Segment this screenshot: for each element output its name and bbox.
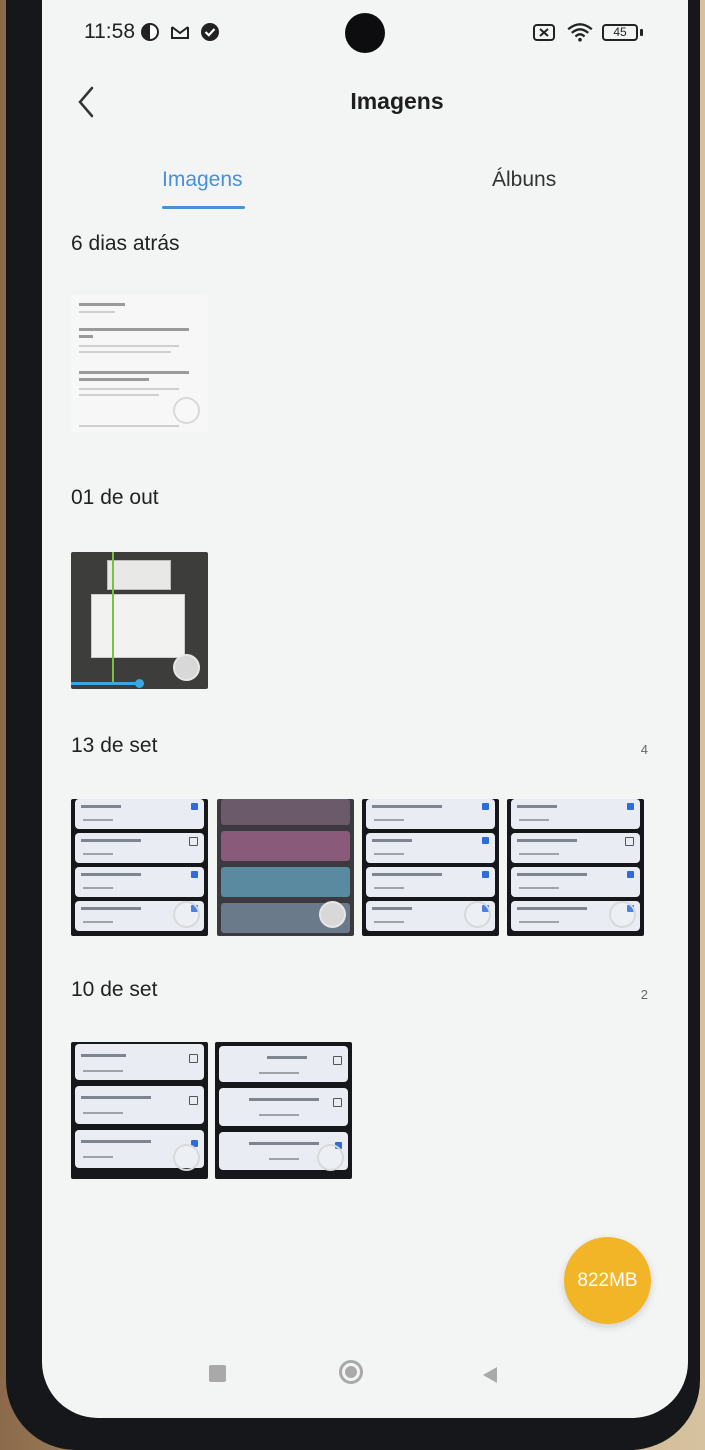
storage-size-button[interactable]: 822MB <box>564 1237 651 1324</box>
phone-frame: 11:58 45 Imagens Imagens Álbuns 6 dias a… <box>6 0 700 1450</box>
home-icon[interactable] <box>339 1360 363 1384</box>
list-card <box>366 833 495 863</box>
doc-line <box>79 394 159 396</box>
list-card <box>219 1046 348 1082</box>
front-camera <box>345 13 385 53</box>
status-time: 11:58 <box>84 20 135 43</box>
battery-icon: 45 <box>602 24 638 41</box>
sim-x-icon <box>533 24 555 41</box>
photo-paper <box>107 560 171 590</box>
list-card <box>75 833 204 863</box>
list-card <box>221 799 350 825</box>
select-checkbox[interactable] <box>173 1144 200 1171</box>
photo-progress <box>71 682 139 685</box>
select-checkbox[interactable] <box>317 1144 344 1171</box>
screen: 11:58 45 Imagens Imagens Álbuns 6 dias a… <box>42 0 688 1418</box>
select-checkbox[interactable] <box>319 901 346 928</box>
list-card <box>221 831 350 861</box>
list-card <box>219 1088 348 1126</box>
select-checkbox[interactable] <box>609 901 636 928</box>
list-card <box>75 1044 204 1080</box>
doc-line <box>79 371 189 374</box>
doc-line <box>79 303 125 306</box>
image-thumbnail[interactable] <box>71 1042 208 1179</box>
list-card <box>511 833 640 863</box>
navigation-bar <box>42 1340 688 1400</box>
image-thumbnail[interactable] <box>217 799 354 936</box>
list-card <box>366 867 495 897</box>
status-bar: 11:58 45 <box>42 0 688 66</box>
select-checkbox[interactable] <box>173 901 200 928</box>
list-card <box>511 799 640 829</box>
back-nav-icon[interactable] <box>480 1365 500 1385</box>
doc-line <box>79 388 179 390</box>
image-thumbnail[interactable] <box>71 552 208 689</box>
active-tab-indicator <box>162 206 245 209</box>
list-card <box>75 867 204 897</box>
image-thumbnail[interactable] <box>71 295 208 432</box>
doc-line <box>79 378 149 381</box>
wifi-icon <box>567 23 593 42</box>
section-count: 4 <box>640 742 648 757</box>
doc-line <box>79 328 189 331</box>
photo-paper <box>91 594 185 658</box>
check-icon <box>201 23 219 41</box>
app-header: Imagens <box>42 66 688 140</box>
gmail-icon <box>171 26 189 39</box>
battery-level: 45 <box>613 25 627 39</box>
photo-guide-line <box>112 552 114 684</box>
recent-apps-icon[interactable] <box>209 1365 226 1382</box>
notification-icon <box>141 23 159 41</box>
doc-line <box>79 351 171 353</box>
page-title: Imagens <box>350 88 444 114</box>
photo-progress-knob <box>135 679 144 688</box>
image-thumbnail[interactable] <box>362 799 499 936</box>
list-card <box>221 867 350 897</box>
image-thumbnail[interactable] <box>507 799 644 936</box>
list-card <box>511 867 640 897</box>
tab-albuns[interactable]: Álbuns <box>492 168 556 192</box>
doc-line <box>79 335 93 338</box>
section-header-13-set: 13 de set <box>71 734 158 757</box>
list-card <box>75 1086 204 1124</box>
select-checkbox[interactable] <box>464 901 491 928</box>
doc-line <box>79 311 115 313</box>
section-header-6-dias: 6 dias atrás <box>71 232 180 255</box>
section-header-01-out: 01 de out <box>71 486 159 509</box>
section-header-10-set: 10 de set <box>71 978 158 1001</box>
battery-tip <box>640 29 643 36</box>
select-checkbox[interactable] <box>173 397 200 424</box>
list-card <box>75 799 204 829</box>
select-checkbox[interactable] <box>173 654 200 681</box>
doc-line <box>79 425 179 427</box>
list-card <box>366 799 495 829</box>
image-thumbnail[interactable] <box>71 799 208 936</box>
doc-line <box>79 345 179 347</box>
image-thumbnail[interactable] <box>215 1042 352 1179</box>
tab-imagens[interactable]: Imagens <box>162 168 243 192</box>
section-count: 2 <box>640 987 648 1002</box>
